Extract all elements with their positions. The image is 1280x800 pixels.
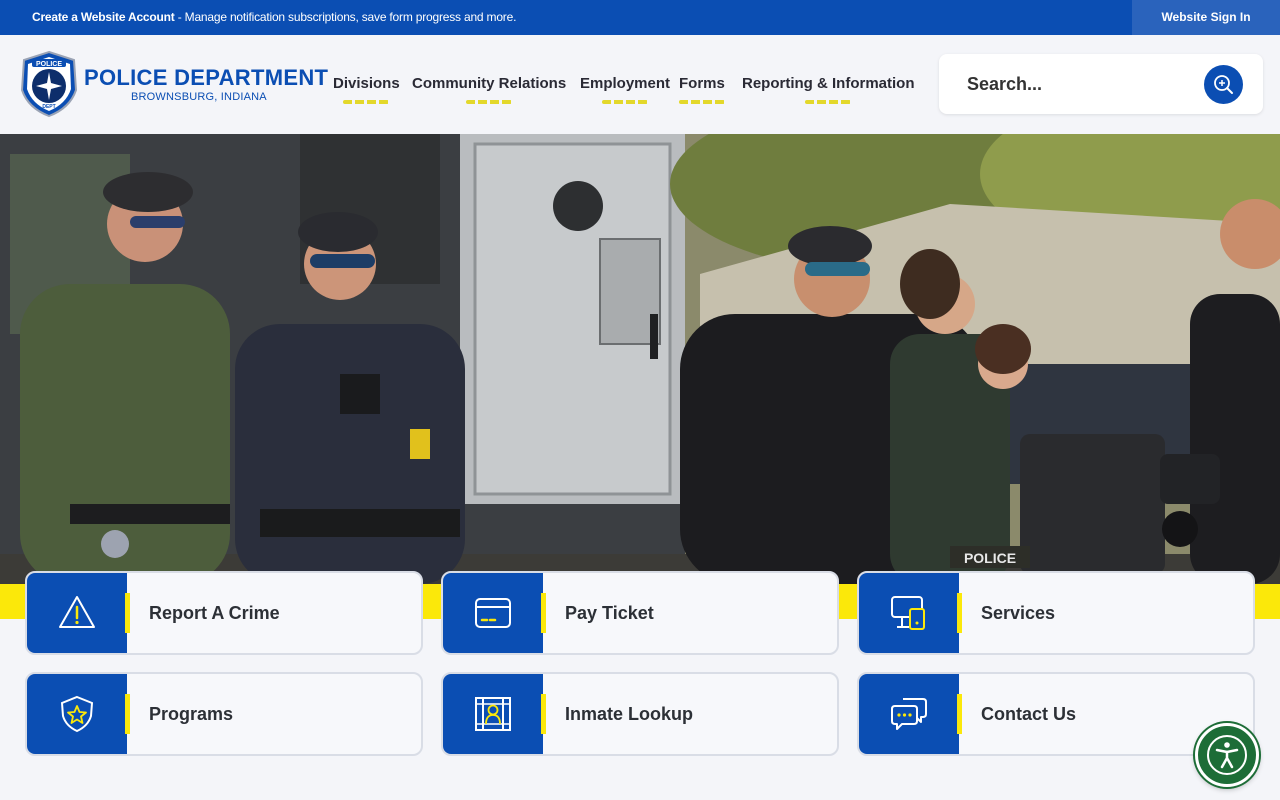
nav-divisions-label: Divisions: [333, 75, 400, 92]
contact-us-icon-box: [859, 674, 962, 754]
card-accent-bar: [125, 694, 130, 734]
create-account-description: - Manage notification subscriptions, sav…: [174, 10, 517, 24]
badge-bottom-text: DEPT: [42, 104, 55, 110]
accessibility-button[interactable]: [1195, 723, 1259, 787]
programs-icon-box: [27, 674, 130, 754]
credit-card-icon: [475, 598, 511, 628]
search-icon: [1214, 75, 1233, 94]
nav-divisions-underline: [343, 100, 390, 104]
accessibility-icon: [1207, 735, 1247, 775]
search-box: [939, 54, 1263, 114]
warning-icon: [59, 596, 95, 628]
top-bar: Create a Website Account - Manage notifi…: [0, 0, 1280, 35]
card-accent-bar: [957, 694, 962, 734]
brand-subtitle: BROWNSBURG, INDIANA: [131, 91, 267, 103]
nav-forms-label: Forms: [679, 75, 725, 92]
nav-forms[interactable]: Forms: [678, 75, 725, 104]
services-card[interactable]: Services: [857, 571, 1255, 655]
nav-community-relations-label: Community Relations: [412, 75, 567, 92]
card-accent-bar: [125, 593, 130, 633]
pay-ticket-card[interactable]: Pay Ticket: [441, 571, 839, 655]
card-accent-bar: [541, 593, 546, 633]
report-a-crime-label: Report A Crime: [149, 603, 280, 623]
devices-icon: [891, 596, 925, 630]
shield-star-icon: [60, 695, 94, 733]
badge-top-text: POLICE: [36, 61, 62, 68]
nav-employment-underline: [602, 100, 648, 104]
report-a-crime-icon-box: [27, 573, 130, 653]
nav-reporting-information-label: Reporting & Information: [742, 75, 915, 92]
nav-community-relations[interactable]: Community Relations: [412, 75, 567, 104]
contact-us-label: Contact Us: [981, 704, 1077, 724]
search-input[interactable]: [967, 70, 1207, 98]
jail-person-icon: [475, 697, 511, 731]
services-icon-box: [859, 573, 962, 653]
inmate-lookup-card[interactable]: Inmate Lookup: [441, 672, 839, 756]
nav-employment-label: Employment: [580, 75, 671, 92]
nav-divisions[interactable]: Divisions: [333, 75, 400, 104]
police-badge-logo[interactable]: POLICE DEPT: [20, 50, 78, 118]
create-account-message[interactable]: Create a Website Account - Manage notifi…: [32, 0, 516, 35]
nav-reporting-information[interactable]: Reporting & Information: [742, 75, 915, 104]
search-button[interactable]: [1204, 65, 1243, 104]
contact-us-card[interactable]: Contact Us: [857, 672, 1255, 756]
services-label: Services: [981, 603, 1056, 623]
create-account-link[interactable]: Create a Website Account: [32, 10, 175, 24]
pay-ticket-label: Pay Ticket: [565, 603, 654, 623]
chat-bubbles-icon: [891, 698, 927, 730]
vest-police-text: POLICE: [964, 550, 1016, 566]
programs-card[interactable]: Programs: [25, 672, 423, 756]
card-accent-bar: [541, 694, 546, 734]
site-header: POLICE DEPT POLICE DEPARTMENT BROWNSBURG…: [0, 35, 1280, 134]
inmate-lookup-label: Inmate Lookup: [565, 704, 694, 724]
website-sign-in-button[interactable]: Website Sign In: [1132, 0, 1280, 35]
nav-community-relations-underline: [466, 100, 513, 104]
programs-label: Programs: [149, 704, 234, 724]
brand-title[interactable]: POLICE DEPARTMENT: [84, 65, 328, 91]
nav-forms-underline: [678, 100, 725, 104]
report-a-crime-card[interactable]: Report A Crime: [25, 571, 423, 655]
nav-employment[interactable]: Employment: [580, 75, 671, 104]
hero-photo: POLICE: [0, 134, 1280, 584]
card-accent-bar: [957, 593, 962, 633]
nav-reporting-information-underline: [805, 100, 852, 104]
pay-ticket-icon-box: [443, 573, 546, 653]
inmate-lookup-icon-box: [443, 674, 546, 754]
